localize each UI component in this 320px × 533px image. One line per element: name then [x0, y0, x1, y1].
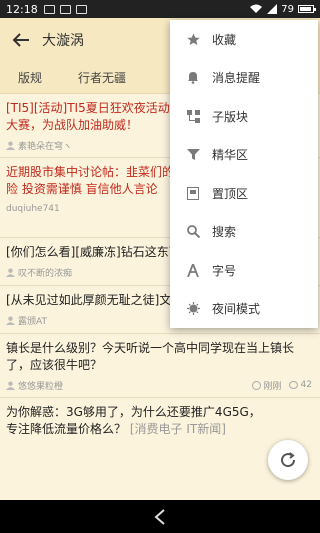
night-mode-icon	[186, 302, 200, 316]
menu-item-search[interactable]: 搜索	[170, 213, 318, 252]
signal-icon	[267, 4, 278, 14]
refresh-icon	[281, 452, 296, 468]
battery-percent: 79	[281, 3, 294, 15]
font-size-icon	[186, 263, 200, 277]
bell-icon	[186, 71, 200, 85]
wifi-icon	[250, 4, 263, 13]
tab-travelers[interactable]: 行者无疆	[60, 69, 144, 86]
comment-icon	[288, 381, 298, 389]
menu-item-label: 子版块	[212, 109, 249, 124]
menu-item-label: 消息提醒	[212, 71, 261, 86]
page-title: 大漩涡	[42, 33, 84, 49]
subforum-icon	[186, 109, 200, 123]
post-author: 素艳朵在穹ヽ	[18, 141, 73, 152]
message-notification-icon	[43, 4, 55, 14]
post-author: 悠悠果粒橙	[18, 381, 64, 392]
menu-item-label: 收藏	[212, 32, 237, 47]
menu-item-label: 夜间模式	[212, 302, 261, 317]
list-item[interactable]: 镇长是什么级别？今天听说一个高中同学现在当上镇长了，应该很牛吧？ 悠悠果粒橙 刚…	[0, 334, 320, 398]
status-time: 12:18	[6, 2, 38, 16]
search-icon	[186, 225, 200, 239]
menu-item-font-size[interactable]: 字号	[170, 251, 318, 290]
user-icon	[6, 315, 15, 325]
notification-icons	[43, 4, 87, 14]
menu-item-label: 搜索	[212, 225, 237, 240]
battery-icon	[298, 5, 316, 13]
user-icon	[6, 140, 15, 150]
status-bar: 12:18 79	[0, 0, 320, 18]
nav-back-icon[interactable]	[153, 508, 167, 526]
filter-icon	[186, 148, 200, 162]
user-icon	[6, 267, 15, 277]
post-author: duqiuhe741	[6, 204, 60, 214]
menu-item-label: 置顶区	[212, 186, 249, 201]
menu-item-favorite[interactable]: 收藏	[170, 20, 318, 59]
post-title: 为你解惑：3G够用了，为什么还要推广4G5G， 专注降低流量价格么？ [消费电子 …	[6, 404, 312, 438]
list-item[interactable]: 为你解惑：3G够用了，为什么还要推广4G5G， 专注降低流量价格么？ [消费电子 …	[0, 398, 320, 446]
menu-item-label: 字号	[212, 263, 237, 278]
menu-item-night-mode[interactable]: 夜间模式	[170, 290, 318, 329]
battery-fill	[300, 7, 312, 11]
clock-icon	[251, 380, 261, 390]
user-icon	[6, 380, 15, 390]
post-replies: 42	[300, 380, 312, 390]
post-title-main: 为你解惑：3G够用了，为什么还要推广4G5G，	[6, 405, 261, 419]
refresh-button[interactable]	[268, 440, 308, 480]
menu-item-label: 精华区	[212, 148, 249, 163]
post-author: 露颁AT	[18, 316, 47, 327]
post-title: 镇长是什么级别？今天听说一个高中同学现在当上镇长了，应该很牛吧？	[6, 341, 295, 372]
navigation-bar	[0, 500, 320, 533]
overflow-menu: 收藏 消息提醒 子版块 精华区 置顶区 搜索 字号 夜间模式	[170, 20, 318, 328]
image-notification-icon	[75, 4, 87, 14]
menu-item-pinned[interactable]: 置顶区	[170, 174, 318, 213]
photo-notification-icon	[59, 4, 71, 14]
menu-item-essence[interactable]: 精华区	[170, 136, 318, 175]
back-arrow-icon[interactable]	[10, 29, 32, 51]
post-tag: [消费电子 IT新闻]	[129, 422, 226, 436]
star-icon	[186, 32, 200, 46]
tab-rules[interactable]: 版规	[0, 69, 60, 86]
post-author: 叹不断的浓痴	[18, 268, 73, 279]
menu-item-notifications[interactable]: 消息提醒	[170, 59, 318, 98]
post-title-suffix: 专注降低流量价格么？	[6, 422, 127, 436]
pin-icon	[186, 186, 200, 200]
post-time: 刚刚	[263, 381, 282, 392]
menu-item-subforum[interactable]: 子版块	[170, 97, 318, 136]
